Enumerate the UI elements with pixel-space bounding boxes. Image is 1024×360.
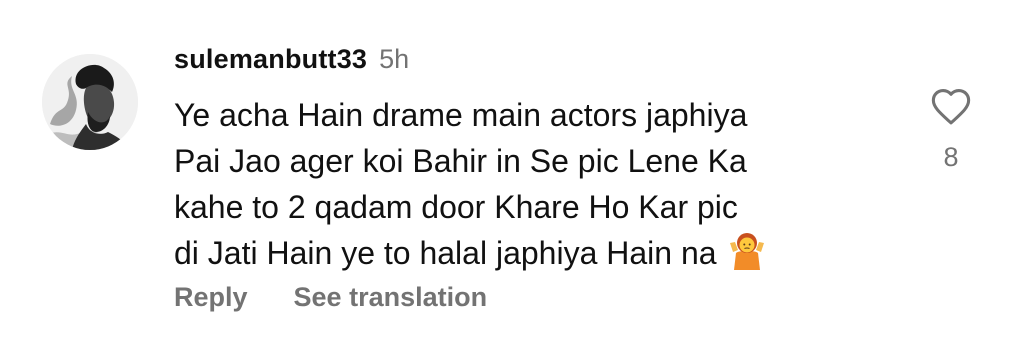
avatar-image: [42, 54, 138, 150]
like-section: 8: [922, 86, 980, 173]
comment-text-line: Ye acha Hain drame main actors japhiya: [174, 97, 748, 133]
reply-button[interactable]: Reply: [174, 282, 248, 313]
see-translation-button[interactable]: See translation: [294, 282, 488, 313]
timestamp: 5h: [379, 44, 410, 74]
comment: sulemanbutt33 5h Ye acha Hain drame main…: [0, 0, 1024, 360]
comment-text-line: kahe to 2 qadam door Khare Ho Kar pic: [174, 189, 738, 225]
comment-text-line: Pai Jao ager koi Bahir in Se pic Lene Ka: [174, 143, 747, 179]
comment-actions: Reply See translation: [174, 282, 487, 313]
person-shrugging-emoji: [727, 230, 767, 282]
comment-text-line-last: di Jati Hain ye to halal japhiya Hain na: [174, 230, 894, 282]
comment-body: sulemanbutt33 5h Ye acha Hain drame main…: [174, 44, 894, 282]
comment-meta: sulemanbutt33 5h: [174, 44, 894, 84]
username[interactable]: sulemanbutt33: [174, 44, 367, 75]
heart-outline-icon[interactable]: [929, 86, 973, 126]
comment-text-line: di Jati Hain ye to halal japhiya Hain na: [174, 235, 717, 271]
like-count: 8: [943, 142, 959, 172]
comment-text: Ye acha Hain drame main actors japhiya P…: [174, 92, 894, 282]
avatar[interactable]: [42, 54, 138, 150]
